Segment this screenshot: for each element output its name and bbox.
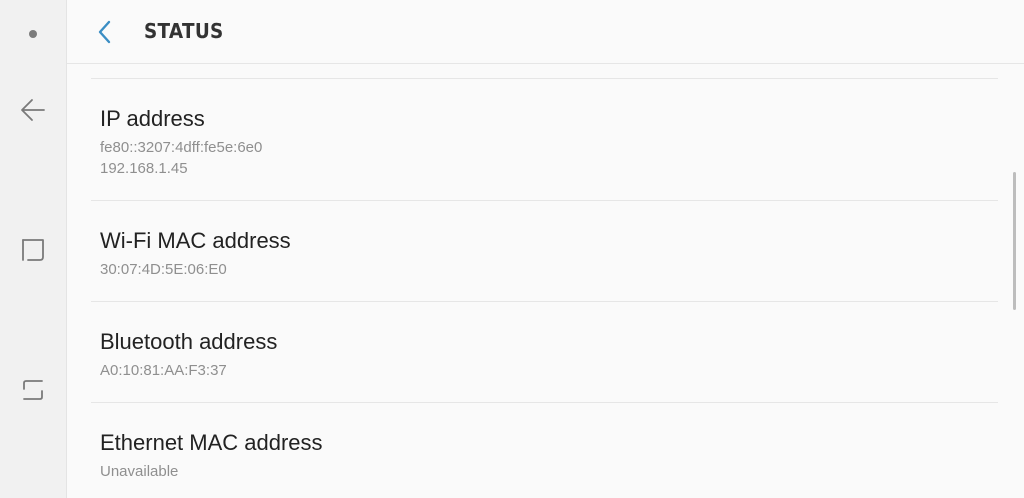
back-arrow-icon: [21, 99, 45, 121]
recent-apps-icon: [22, 239, 44, 261]
nav-back-button[interactable]: [0, 80, 66, 140]
navigation-bar: [0, 0, 67, 498]
page-title: STATUS: [144, 19, 224, 43]
nav-dot-indicator[interactable]: [0, 4, 66, 64]
header-back-button[interactable]: [91, 17, 119, 47]
item-title: IP address: [100, 106, 205, 131]
list-item-bluetooth-address[interactable]: Bluetooth address A0:10:81:AA:F3:37: [91, 302, 998, 403]
item-value: A0:10:81:AA:F3:37: [100, 362, 227, 379]
nav-recent-apps-button[interactable]: [0, 220, 66, 280]
item-value: fe80::3207:4dff:fe5e:6e0: [100, 139, 263, 156]
home-icon: [23, 380, 43, 400]
item-title: Wi-Fi MAC address: [100, 228, 291, 253]
list-item-ethernet-mac-address[interactable]: Ethernet MAC address Unavailable: [91, 403, 998, 498]
chevron-left-icon: [98, 20, 111, 44]
dot-icon: [29, 30, 37, 38]
screen: STATUS IP address fe80::3207:4dff:fe5e:6…: [0, 0, 1024, 498]
nav-home-button[interactable]: [0, 360, 66, 420]
scrollbar[interactable]: [1013, 172, 1016, 310]
main-content: STATUS IP address fe80::3207:4dff:fe5e:6…: [67, 0, 1024, 498]
item-value: Unavailable: [100, 463, 179, 480]
item-title: Ethernet MAC address: [100, 430, 323, 455]
list-item-ip-address[interactable]: IP address fe80::3207:4dff:fe5e:6e0 192.…: [91, 79, 998, 201]
item-value: 30:07:4D:5E:06:E0: [100, 261, 227, 278]
item-value: 192.168.1.45: [100, 160, 188, 177]
item-title: Bluetooth address: [100, 329, 278, 354]
list-item-wifi-mac-address[interactable]: Wi-Fi MAC address 30:07:4D:5E:06:E0: [91, 201, 998, 302]
app-header: STATUS: [67, 0, 1024, 64]
